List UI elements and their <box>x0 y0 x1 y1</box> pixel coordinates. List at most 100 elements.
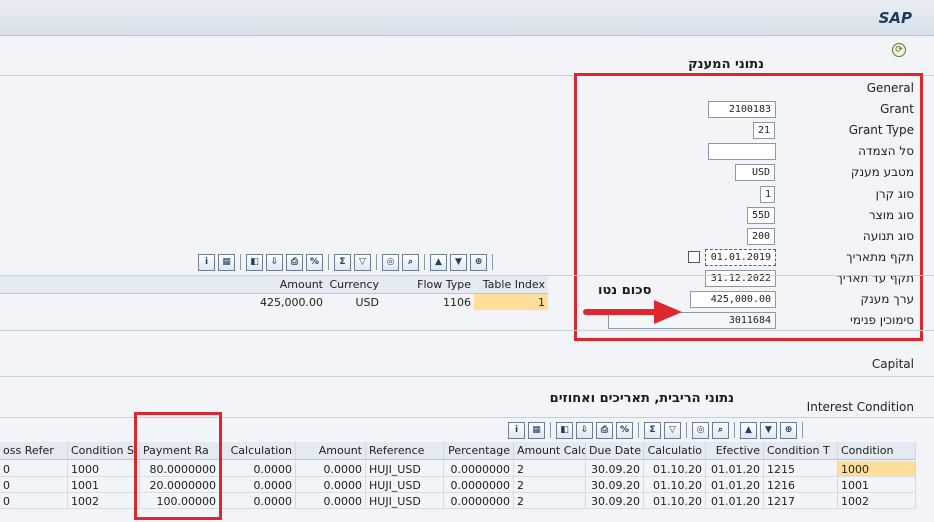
table-cell: 30.09.20 <box>586 493 644 508</box>
annotation-box-payment-rate <box>134 412 222 520</box>
col-header[interactable]: Amount Calc <box>514 442 586 459</box>
interest-section-title: נתוני הריבית, תאריכים ואחוזים <box>549 391 734 406</box>
interest-table-toolbar: i ▦ ◧ ⇩ ⎙% Σ ▽ ◎ ⌕ ▲ ▼ ⊕ <box>508 420 805 440</box>
export-icon[interactable]: ⇩ <box>266 253 283 271</box>
col-header[interactable]: Efective <box>706 442 764 459</box>
details-icon[interactable]: i <box>508 421 525 439</box>
find-icon[interactable]: ⌕ <box>402 253 419 271</box>
col-header-flow-type[interactable]: Flow Type <box>382 276 474 293</box>
field-label: ערך מענק <box>860 292 914 306</box>
table-cell: 1216 <box>764 477 838 492</box>
field-input[interactable] <box>708 143 776 160</box>
sort-desc-icon[interactable]: ▼ <box>450 253 467 271</box>
table-cell: 0.0000 <box>296 477 366 492</box>
col-header-currency[interactable]: Currency <box>326 276 382 293</box>
field-label: Grant Type <box>848 123 914 137</box>
table-cell: 1215 <box>764 461 838 476</box>
sum-icon[interactable]: Σ <box>334 253 351 271</box>
amount-table-toolbar: i ▦ ◧ ⇩ ⎙% Σ ▽ ◎ ⌕ ▲ ▼ ⊕ <box>198 252 495 272</box>
col-header[interactable]: Condition <box>838 442 916 459</box>
toolbar-separator <box>240 254 241 270</box>
sum-icon[interactable]: Σ <box>644 421 661 439</box>
field-input[interactable]: USD <box>735 164 775 181</box>
table-cell: 1217 <box>764 493 838 508</box>
table-cell: 1002 <box>838 493 916 508</box>
sort-asc-icon[interactable]: ▲ <box>430 253 447 271</box>
cell-flow-type: 1106 <box>443 296 471 309</box>
table-cell: 1000 <box>838 461 916 476</box>
col-header[interactable]: oss Refer <box>0 442 68 459</box>
col-header-table-index[interactable]: Table Index <box>474 276 548 293</box>
table-row[interactable]: 425,000.00 USD 1106 1 <box>0 294 548 310</box>
col-header[interactable]: Calculatio <box>644 442 706 459</box>
general-group-label: General <box>866 81 914 95</box>
table-cell: 0.0000 <box>220 461 296 476</box>
toolbar-separator <box>550 422 551 438</box>
field-label: תקף עד תאריך <box>836 271 914 285</box>
table-cell: 1000 <box>68 461 140 476</box>
field-input[interactable]: 200 <box>747 228 775 245</box>
grid-icon[interactable]: ▦ <box>218 253 235 271</box>
print-icon[interactable]: ⎙ <box>596 421 613 439</box>
field-label: Grant <box>880 102 914 116</box>
col-header-amount[interactable]: Amount <box>250 276 326 293</box>
table-cell: 2 <box>514 461 586 476</box>
percent-icon[interactable]: % <box>616 421 633 439</box>
toolbar-separator <box>328 254 329 270</box>
layout-icon[interactable]: ◧ <box>556 421 573 439</box>
cell-currency: USD <box>355 296 379 309</box>
capital-label: Capital <box>871 357 914 371</box>
filter-icon[interactable]: ▽ <box>664 421 681 439</box>
field-input[interactable]: 01.01.2019 <box>705 249 776 266</box>
grid-icon[interactable]: ▦ <box>528 421 545 439</box>
field-input[interactable]: 1 <box>760 186 775 203</box>
cell-table-index: 1 <box>474 294 548 310</box>
col-header[interactable]: Due Date <box>586 442 644 459</box>
print-icon[interactable]: ⎙ <box>286 253 303 271</box>
col-header[interactable]: Condition T <box>764 442 838 459</box>
table-cell: 01.01.20 <box>706 461 764 476</box>
col-header[interactable]: Condition S <box>68 442 140 459</box>
divider <box>0 330 934 331</box>
details-icon[interactable]: i <box>198 253 215 271</box>
calendar-icon[interactable] <box>688 251 700 263</box>
divider <box>0 376 934 377</box>
col-header[interactable]: Reference <box>366 442 444 459</box>
field-label: סוג תנועה <box>862 229 914 243</box>
execute-icon[interactable]: ⟳ <box>892 43 906 57</box>
field-label: מטבע מענק <box>850 165 914 179</box>
sort-desc-icon[interactable]: ▼ <box>760 421 777 439</box>
table-cell: 01.01.20 <box>706 477 764 492</box>
zoom-icon[interactable]: ⊕ <box>780 421 797 439</box>
layout-icon[interactable]: ◧ <box>246 253 263 271</box>
table-cell: 2 <box>514 493 586 508</box>
filter-icon[interactable]: ▽ <box>354 253 371 271</box>
field-input[interactable]: 55D <box>747 207 775 224</box>
zoom-icon[interactable]: ⊕ <box>470 253 487 271</box>
table-cell: 1001 <box>838 477 916 492</box>
table-cell: 0.0000000 <box>444 477 514 492</box>
col-header[interactable]: Amount <box>296 442 366 459</box>
col-header[interactable]: Calculation <box>220 442 296 459</box>
find-icon[interactable]: ⌕ <box>712 421 729 439</box>
percent-icon[interactable]: % <box>306 253 323 271</box>
field-label: סימוכין פנימי <box>850 313 914 327</box>
export-icon[interactable]: ⇩ <box>576 421 593 439</box>
field-input[interactable]: 21 <box>753 122 775 139</box>
table-cell: 0 <box>0 493 68 508</box>
binoculars-icon[interactable]: ◎ <box>692 421 709 439</box>
table-cell: 01.01.20 <box>706 493 764 508</box>
table-cell: 1001 <box>68 477 140 492</box>
interest-condition-label: Interest Condition <box>806 400 914 414</box>
sort-asc-icon[interactable]: ▲ <box>740 421 757 439</box>
toolbar-separator <box>424 254 425 270</box>
field-input[interactable]: 31.12.2022 <box>705 270 776 287</box>
grant-section-title: נתוני המענק <box>688 57 764 72</box>
col-header[interactable]: Percentage <box>444 442 514 459</box>
field-input[interactable]: 425,000.00 <box>690 291 776 308</box>
cell-amount: 425,000.00 <box>260 296 323 309</box>
field-input[interactable]: 2100183 <box>708 101 776 118</box>
amount-table-header: Amount Currency Flow Type Table Index <box>0 276 548 294</box>
table-cell: 0.0000 <box>220 493 296 508</box>
binoculars-icon[interactable]: ◎ <box>382 253 399 271</box>
